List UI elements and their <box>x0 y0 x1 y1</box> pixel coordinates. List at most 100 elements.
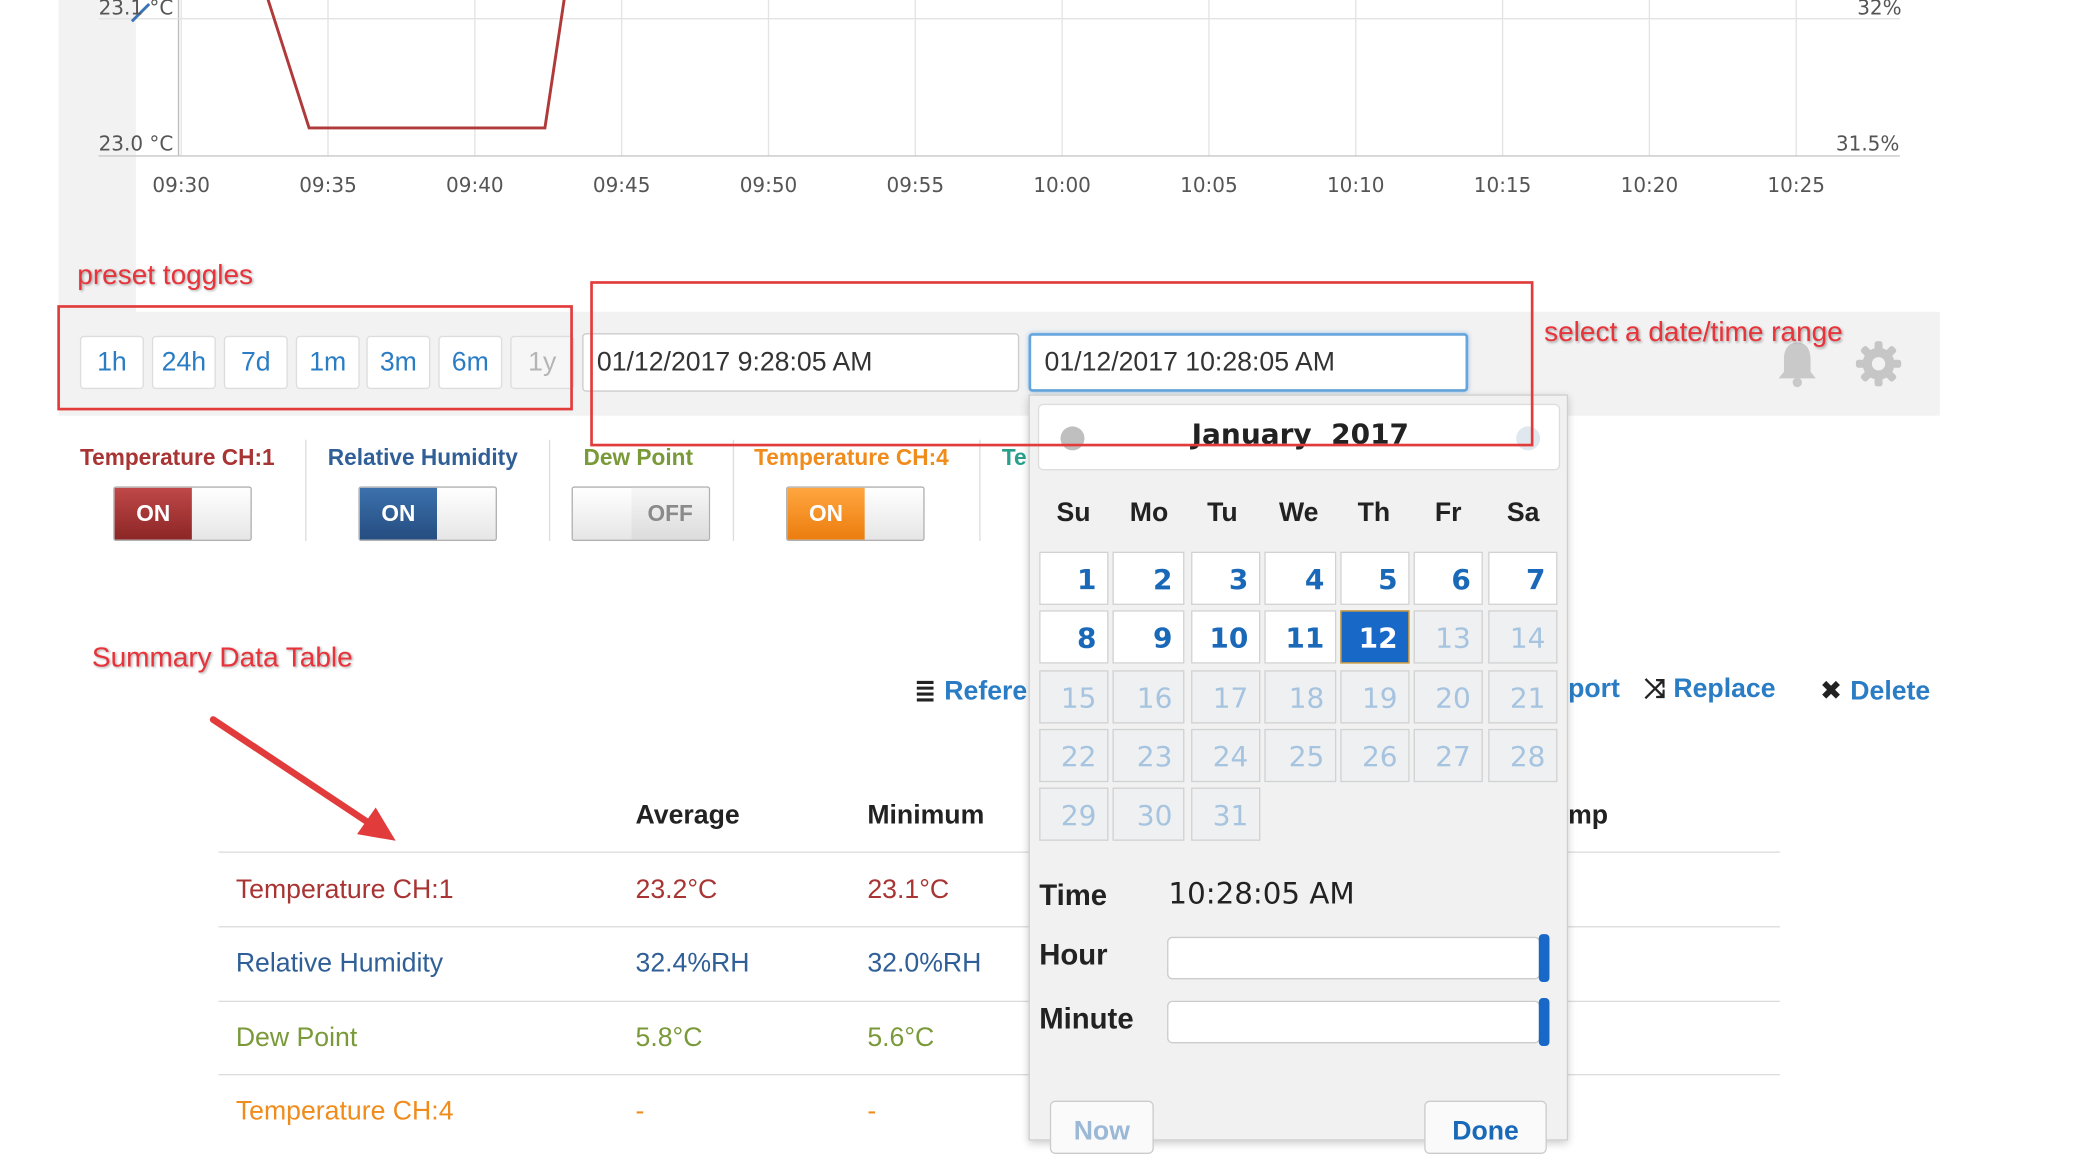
calendar-day[interactable]: 8 <box>1039 610 1109 664</box>
row-average-dew-point: 5.8°C <box>635 1023 703 1053</box>
channel-label-humidity: Relative Humidity <box>327 445 518 471</box>
row-name-temp-ch4: Temperature CH:4 <box>235 1096 454 1126</box>
calendar-day[interactable]: 5 <box>1340 551 1410 605</box>
row-minimum-temp-ch1: 23.1°C <box>867 875 950 905</box>
toggle-state-label: ON <box>787 487 865 540</box>
annotation-arrow <box>209 716 396 841</box>
calendar-day[interactable]: 11 <box>1264 610 1337 664</box>
list-icon: ≣ <box>913 676 937 707</box>
x-tick-label: 09:45 <box>593 173 651 197</box>
x-tick-label: 10:15 <box>1474 173 1532 197</box>
toggle-state-label: ON <box>114 487 192 540</box>
y-left-label-top: 23.1 °C <box>99 0 174 20</box>
x-tick-label: 09:50 <box>740 173 798 197</box>
divider <box>305 439 307 541</box>
time-value: 10:28:05 AM <box>1168 878 1355 912</box>
y-left-label-bottom: 23.0 °C <box>99 132 174 156</box>
header-timestamp: mp <box>1568 800 1609 831</box>
x-tick-label: 10:05 <box>1180 173 1238 197</box>
calendar-day[interactable]: 22 <box>1039 728 1109 783</box>
calendar-day[interactable]: 6 <box>1413 551 1483 605</box>
channel-label-temp-ch1: Temperature CH:1 <box>79 445 275 471</box>
channel-label-dew-point: Dew Point <box>583 445 694 471</box>
header-average: Average <box>635 800 740 831</box>
now-button[interactable]: Now <box>1049 1100 1154 1154</box>
row-name-humidity: Relative Humidity <box>235 948 444 979</box>
annotation-summary-table: Summary Data Table <box>91 642 353 673</box>
calendar-day[interactable]: 14 <box>1488 610 1558 664</box>
y-right-label-top: 32% <box>1857 0 1901 20</box>
channel-label-partial: Te <box>1001 445 1027 471</box>
toggle-state-label: OFF <box>631 487 709 540</box>
export-action[interactable]: port <box>1568 674 1620 705</box>
calendar-day[interactable]: 2 <box>1112 551 1185 605</box>
toggle-temp-ch4[interactable]: ON <box>786 486 925 541</box>
row-minimum-humidity: 32.0%RH <box>867 948 982 979</box>
toggle-state-label: ON <box>359 487 437 540</box>
gear-icon[interactable] <box>1855 340 1903 388</box>
calendar-day[interactable]: 28 <box>1488 728 1558 783</box>
replace-label: Replace <box>1673 674 1776 704</box>
calendar-day[interactable]: 13 <box>1413 610 1483 664</box>
calendar-day[interactable]: 24 <box>1191 728 1261 783</box>
calendar-day[interactable]: 16 <box>1112 670 1185 724</box>
calendar-day[interactable]: 23 <box>1112 728 1185 783</box>
divider <box>979 439 981 541</box>
calendar-day[interactable]: 27 <box>1413 728 1483 783</box>
reference-action[interactable]: ≣ Refere <box>914 674 1027 707</box>
x-tick-label: 09:40 <box>446 173 504 197</box>
x-tick-label: 10:20 <box>1621 173 1679 197</box>
x-tick-label: 10:25 <box>1767 173 1825 197</box>
toggle-dew-point[interactable]: OFF <box>571 486 711 541</box>
done-button[interactable]: Done <box>1424 1100 1547 1154</box>
header-minimum: Minimum <box>867 800 985 831</box>
x-tick-label: 09:55 <box>887 173 945 197</box>
minute-slider-track[interactable] <box>1167 1000 1541 1044</box>
toggle-temp-ch1[interactable]: ON <box>113 486 252 541</box>
calendar-day[interactable]: 15 <box>1039 670 1109 724</box>
row-average-temp-ch1: 23.2°C <box>635 875 718 905</box>
calendar-day[interactable]: 25 <box>1264 728 1337 783</box>
calendar-day[interactable]: 18 <box>1264 670 1337 724</box>
calendar-day[interactable]: 9 <box>1112 610 1185 664</box>
weekday-header: Su <box>1056 498 1091 528</box>
calendar-day[interactable]: 10 <box>1191 610 1261 664</box>
minute-slider-handle[interactable] <box>1538 998 1550 1047</box>
calendar-day[interactable]: 4 <box>1264 551 1337 605</box>
x-tick-label: 10:10 <box>1327 173 1385 197</box>
channel-label-temp-ch4: Temperature CH:4 <box>754 445 949 471</box>
calendar-day[interactable]: 26 <box>1340 728 1410 783</box>
calendar-day-selected[interactable]: 12 <box>1340 610 1410 664</box>
weekday-header: Th <box>1357 498 1391 528</box>
calendar-day[interactable]: 21 <box>1488 670 1558 724</box>
annotation-box-presets <box>57 305 573 411</box>
calendar-day[interactable]: 1 <box>1039 551 1109 605</box>
calendar-day[interactable]: 31 <box>1191 787 1261 841</box>
toggle-humidity[interactable]: ON <box>358 486 497 541</box>
calendar-day[interactable]: 7 <box>1488 551 1558 605</box>
hour-slider-handle[interactable] <box>1538 934 1550 983</box>
calendar-day[interactable]: 17 <box>1191 670 1261 724</box>
annotation-preset-toggles: preset toggles <box>77 259 254 291</box>
row-average-humidity: 32.4%RH <box>635 948 750 979</box>
weekday-header: Mo <box>1129 498 1169 528</box>
divider <box>732 439 735 541</box>
x-tick-label: 09:30 <box>152 173 210 197</box>
export-label: port <box>1568 674 1620 704</box>
calendar-day[interactable]: 30 <box>1112 787 1185 841</box>
hour-slider-track[interactable] <box>1167 936 1541 980</box>
reference-label: Refere <box>944 676 1028 707</box>
annotation-box-range <box>590 281 1534 447</box>
annotation-date-range: select a date/time range <box>1544 317 1843 348</box>
time-label: Time <box>1039 878 1108 912</box>
replace-action[interactable]: ⤨ Replace <box>1644 674 1776 705</box>
minute-label: Minute <box>1039 1002 1134 1036</box>
calendar-day[interactable]: 19 <box>1340 670 1410 724</box>
delete-action[interactable]: ✖ Delete <box>1820 674 1930 707</box>
hour-label: Hour <box>1039 938 1108 972</box>
weekday-header: We <box>1279 498 1319 528</box>
calendar-day[interactable]: 20 <box>1413 670 1483 724</box>
calendar-day[interactable]: 29 <box>1039 787 1109 841</box>
calendar-day[interactable]: 3 <box>1191 551 1261 605</box>
row-name-dew-point: Dew Point <box>235 1023 358 1053</box>
